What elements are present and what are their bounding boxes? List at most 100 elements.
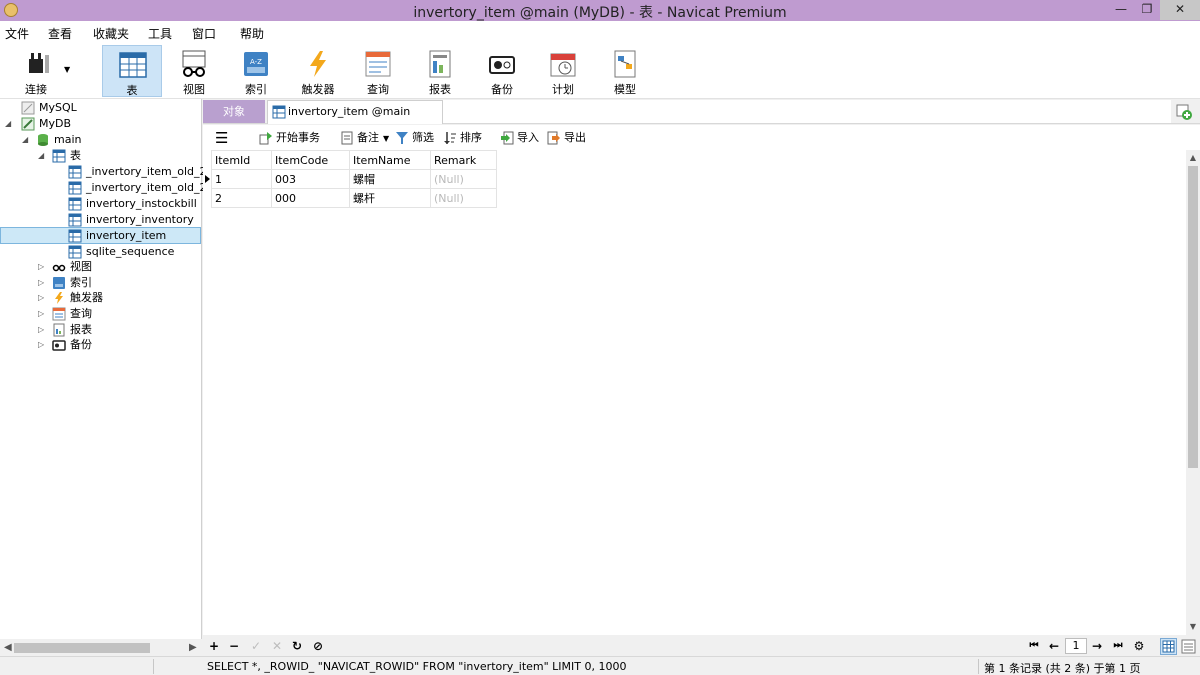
discard-changes-button[interactable]: ✕ xyxy=(269,638,285,654)
begin-transaction-button[interactable]: 开始事务 xyxy=(259,129,320,147)
last-page-button[interactable]: ⏭ xyxy=(1110,638,1126,654)
cell-itemid[interactable]: 1 xyxy=(211,169,272,189)
delete-record-button[interactable]: − xyxy=(226,638,242,654)
tree-tables-node[interactable]: ◢ 表 xyxy=(0,148,200,164)
grid-vertical-scrollbar[interactable]: ▲ ▼ xyxy=(1186,150,1200,635)
column-header-remark[interactable]: Remark xyxy=(430,150,497,170)
tree-table-item[interactable]: sqlite_sequence xyxy=(0,244,200,260)
next-page-button[interactable]: → xyxy=(1089,638,1105,654)
menu-favorites[interactable]: 收藏夹 xyxy=(93,25,129,42)
menu-help[interactable]: 帮助 xyxy=(240,25,264,42)
tree-table-item[interactable]: _invertory_item_old_20 xyxy=(0,180,214,196)
sort-icon xyxy=(444,132,456,144)
status-record-info: 第 1 条记录 (共 2 条) 于第 1 页 xyxy=(984,662,1141,675)
tree-table-item-selected[interactable]: invertory_item xyxy=(0,227,201,244)
tree-table-item[interactable]: invertory_inventory xyxy=(0,212,200,228)
cell-itemname[interactable]: 螺帽 xyxy=(349,169,431,189)
cell-itemcode[interactable]: 003 xyxy=(271,169,350,189)
hamburger-menu-icon[interactable]: ☰ xyxy=(215,129,228,147)
menu-tools[interactable]: 工具 xyxy=(148,25,172,42)
cell-remark[interactable]: (Null) xyxy=(430,169,497,189)
connect-button[interactable]: 连接 xyxy=(6,45,66,97)
sort-button[interactable]: 排序 xyxy=(443,129,482,147)
database-icon xyxy=(38,134,48,146)
collapse-arrow-icon[interactable]: ◢ xyxy=(38,148,48,164)
previous-page-button[interactable]: ← xyxy=(1046,638,1062,654)
cell-itemname[interactable]: 螺杆 xyxy=(349,188,431,208)
expand-arrow-icon[interactable]: ▷ xyxy=(38,259,48,275)
tree-queries-node[interactable]: ▷ 查询 xyxy=(0,306,200,322)
import-button[interactable]: 导入 xyxy=(500,129,539,147)
tree-indexes-node[interactable]: ▷ 索引 xyxy=(0,275,200,291)
scroll-up-arrow-icon[interactable]: ▲ xyxy=(1186,153,1200,162)
maximize-button[interactable]: ❐ xyxy=(1134,0,1160,20)
tree-connection-mydb[interactable]: ◢ MyDB xyxy=(0,116,200,132)
refresh-button[interactable]: ↻ xyxy=(289,638,305,654)
tree-table-item[interactable]: invertory_instockbill xyxy=(0,196,200,212)
toolbar-index-button[interactable]: A-Z 索引 xyxy=(226,45,286,97)
memo-button[interactable]: 备注 ▼ xyxy=(340,129,389,147)
tab-objects[interactable]: 对象 xyxy=(203,100,265,123)
scrollbar-thumb[interactable] xyxy=(14,643,150,653)
expand-arrow-icon[interactable]: ▷ xyxy=(38,290,48,306)
tree-table-item[interactable]: _invertory_item_old_20 xyxy=(0,164,214,180)
toolbar-model-button[interactable]: 模型 xyxy=(595,45,655,97)
tree-database-main[interactable]: ◢ main xyxy=(0,132,200,148)
add-record-button[interactable]: + xyxy=(206,638,222,654)
grid-view-icon[interactable] xyxy=(1160,638,1177,655)
expand-arrow-icon[interactable]: ▷ xyxy=(38,322,48,338)
export-button[interactable]: 导出 xyxy=(547,129,586,147)
menu-file[interactable]: 文件 xyxy=(5,25,29,42)
toolbar-backup-button[interactable]: 备份 xyxy=(472,45,532,97)
table-row[interactable]: 1 003 螺帽 (Null) xyxy=(211,169,497,189)
collapse-arrow-icon[interactable]: ◢ xyxy=(5,116,15,132)
filter-button[interactable]: 筛选 xyxy=(395,129,434,147)
scroll-right-arrow-icon[interactable]: ▶ xyxy=(189,640,197,656)
collapse-arrow-icon[interactable]: ◢ xyxy=(22,132,32,148)
cell-itemid[interactable]: 2 xyxy=(211,188,272,208)
menu-view[interactable]: 查看 xyxy=(48,25,72,42)
scroll-left-arrow-icon[interactable]: ◀ xyxy=(4,640,12,656)
toolbar-view-button[interactable]: 视图 xyxy=(164,45,224,97)
column-header-itemname[interactable]: ItemName xyxy=(349,150,431,170)
new-tab-icon[interactable] xyxy=(1175,103,1193,121)
connect-dropdown-arrow-icon[interactable]: ▼ xyxy=(64,65,70,74)
expand-arrow-icon[interactable]: ▷ xyxy=(38,275,48,291)
scrollbar-thumb[interactable] xyxy=(1188,166,1198,468)
table-row[interactable]: 2 000 螺杆 (Null) xyxy=(211,188,497,208)
cell-itemcode[interactable]: 000 xyxy=(271,188,350,208)
toolbar-report-button[interactable]: 报表 xyxy=(410,45,470,97)
status-separator xyxy=(153,659,154,674)
toolbar-query-button[interactable]: 查询 xyxy=(348,45,408,97)
schedule-label: 计划 xyxy=(552,83,574,96)
tree-connection-mysql[interactable]: MySQL xyxy=(0,100,200,116)
first-page-button[interactable]: ⏮ xyxy=(1026,638,1042,654)
tree-views-node[interactable]: ▷ 视图 xyxy=(0,259,200,275)
apply-changes-button[interactable]: ✓ xyxy=(248,638,264,654)
settings-gear-icon[interactable]: ⚙ xyxy=(1131,638,1147,654)
page-number-input[interactable]: 1 xyxy=(1065,638,1087,654)
cell-remark[interactable]: (Null) xyxy=(430,188,497,208)
index-icon xyxy=(53,277,65,289)
report-icon xyxy=(53,323,65,337)
tree-reports-node[interactable]: ▷ 报表 xyxy=(0,322,200,338)
form-view-icon[interactable] xyxy=(1180,638,1197,655)
scroll-down-arrow-icon[interactable]: ▼ xyxy=(1186,622,1200,631)
minimize-button[interactable]: — xyxy=(1108,0,1134,20)
toolbar-trigger-button[interactable]: 触发器 xyxy=(288,45,348,97)
menu-window[interactable]: 窗口 xyxy=(192,25,216,42)
memo-dropdown-arrow-icon[interactable]: ▼ xyxy=(383,134,389,143)
expand-arrow-icon[interactable]: ▷ xyxy=(38,306,48,322)
column-header-itemid[interactable]: ItemId xyxy=(211,150,272,170)
tree-backups-node[interactable]: ▷ 备份 xyxy=(0,337,200,353)
column-header-itemcode[interactable]: ItemCode xyxy=(271,150,350,170)
toolbar-table-button[interactable]: 表 xyxy=(102,45,162,97)
tab-invertory-item[interactable]: invertory_item @main (MyD... xyxy=(267,100,443,140)
data-table: ItemId ItemCode ItemName Remark 1 003 螺帽… xyxy=(211,150,497,208)
sidebar-horizontal-scrollbar[interactable]: ◀ ▶ xyxy=(0,640,202,656)
expand-arrow-icon[interactable]: ▷ xyxy=(38,337,48,353)
stop-button[interactable]: ⊘ xyxy=(310,638,326,654)
close-button[interactable]: ✕ xyxy=(1160,0,1200,20)
toolbar-schedule-button[interactable]: 计划 xyxy=(533,45,593,97)
tree-triggers-node[interactable]: ▷ 触发器 xyxy=(0,290,200,306)
